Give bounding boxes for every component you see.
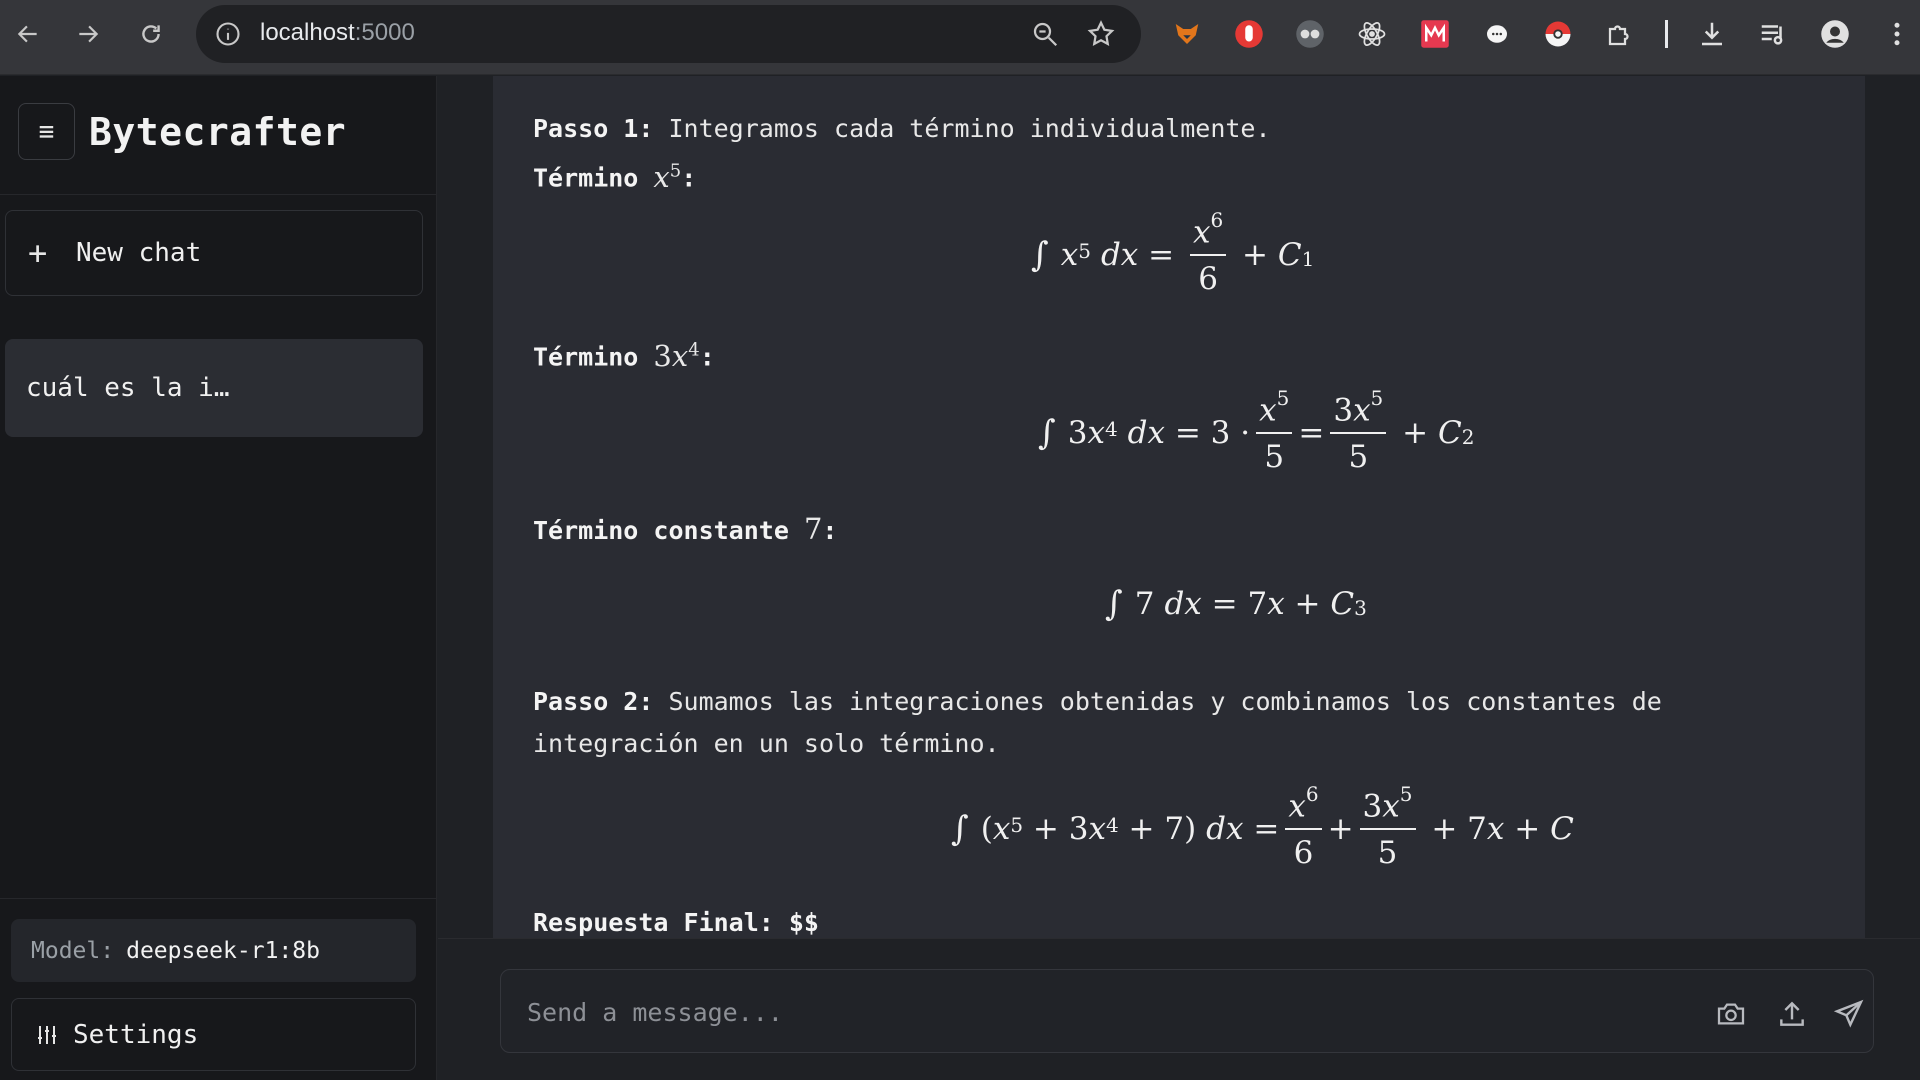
extension-chat-icon[interactable] <box>1480 17 1514 51</box>
message-composer <box>500 969 1874 1053</box>
bookmark-star-icon[interactable] <box>1086 19 1116 49</box>
step1-label: Passo 1: <box>533 114 654 143</box>
sidebar-header: ≡ Bytecrafter <box>0 76 437 195</box>
upload-icon[interactable] <box>1776 998 1808 1030</box>
composer-area <box>438 938 1920 1080</box>
toolbar-divider <box>1665 20 1668 48</box>
url-text[interactable]: localhost:5000 <box>260 19 415 47</box>
chat-history-item[interactable]: cuál es la i… <box>5 339 423 437</box>
term1-heading: Término x5: <box>533 159 697 194</box>
back-icon[interactable] <box>10 16 46 52</box>
media-queue-icon[interactable] <box>1756 17 1790 51</box>
reload-icon[interactable] <box>133 16 169 52</box>
new-chat-button[interactable]: + New chat <box>5 210 423 296</box>
settings-label: Settings <box>73 1019 199 1050</box>
hamburger-menu-icon[interactable]: ≡ <box>18 103 75 160</box>
term1-label: Término <box>533 163 654 193</box>
chrome-menu-icon[interactable] <box>1880 17 1914 51</box>
term2-label: Término <box>533 342 654 372</box>
send-icon[interactable] <box>1833 998 1865 1030</box>
new-chat-label: New chat <box>76 238 202 268</box>
forward-icon[interactable] <box>70 16 106 52</box>
extension-glasses-icon[interactable] <box>1293 17 1327 51</box>
extension-m-icon[interactable] <box>1418 17 1452 51</box>
downloads-icon[interactable] <box>1695 17 1729 51</box>
extensions-puzzle-icon[interactable] <box>1603 17 1637 51</box>
step2-text-line2: integración en un solo término. <box>533 729 1000 758</box>
app-brand: Bytecrafter <box>89 110 347 154</box>
model-value: deepseek-r1:8b <box>126 937 320 964</box>
term3-value: 7 <box>803 512 823 546</box>
extension-fox-icon[interactable] <box>1170 17 1204 51</box>
step2-text-line1: Sumamos las integraciones obtenidas y co… <box>653 687 1662 716</box>
term2-heading: Término 3x4: <box>533 338 715 373</box>
model-indicator: Model: deepseek-r1:8b <box>11 919 416 982</box>
extension-hand-icon[interactable] <box>1232 17 1266 51</box>
model-key: Model: <box>31 937 115 964</box>
equation-sum: ∫(x 5 + 3x4 + 7) dx = x6 6 +3x5 5 + 7x + C <box>951 782 1574 872</box>
step2-paragraph-line2: integración en un solo término. <box>533 723 1000 765</box>
step2-paragraph: Passo 2: Sumamos las integraciones obten… <box>533 681 1662 723</box>
term3-heading: Término constante 7: <box>533 512 838 546</box>
term3-label: Término constante <box>533 516 804 545</box>
equation-term3: ∫ 7 dx = 7x + C3 <box>1105 584 1367 624</box>
message-input[interactable] <box>527 994 1677 1030</box>
final-text: $$ <box>773 908 819 937</box>
address-bar[interactable]: localhost:5000 <box>196 5 1141 63</box>
browser-toolbar: localhost:5000 <box>0 0 1920 75</box>
term1-math: x5 <box>653 159 682 194</box>
profile-avatar-icon[interactable] <box>1818 17 1852 51</box>
camera-icon[interactable] <box>1715 998 1747 1030</box>
extension-pokeball-icon[interactable] <box>1541 17 1575 51</box>
zoom-icon[interactable] <box>1030 19 1060 49</box>
extension-react-icon[interactable] <box>1355 17 1389 51</box>
sidebar-footer: Model: deepseek-r1:8b Settings <box>0 898 437 1080</box>
settings-button[interactable]: Settings <box>11 998 416 1071</box>
equation-term1: ∫ x 5 dx = x6 6 + C1 <box>1031 208 1315 298</box>
assistant-message: Passo 1: Integramos cada término individ… <box>493 76 1865 938</box>
final-answer: Respuesta Final: $$ <box>533 902 819 938</box>
site-info-icon[interactable] <box>214 20 242 48</box>
plus-icon: + <box>28 234 48 272</box>
chat-main: Passo 1: Integramos cada término individ… <box>438 76 1920 1080</box>
equation-term2: ∫ 3 x 4 dx = 3 · x5 5 = 3x5 5 + C2 <box>1038 386 1475 476</box>
final-label: Respuesta Final: <box>533 908 774 937</box>
term2-math: 3x4 <box>653 338 700 373</box>
step1-paragraph: Passo 1: Integramos cada término individ… <box>533 108 1271 150</box>
sliders-icon <box>38 1025 56 1044</box>
step1-text: Integramos cada término individualmente. <box>653 114 1271 143</box>
step2-label: Passo 2: <box>533 687 654 716</box>
sidebar: ≡ Bytecrafter + New chat cuál es la i… M… <box>0 76 437 1080</box>
